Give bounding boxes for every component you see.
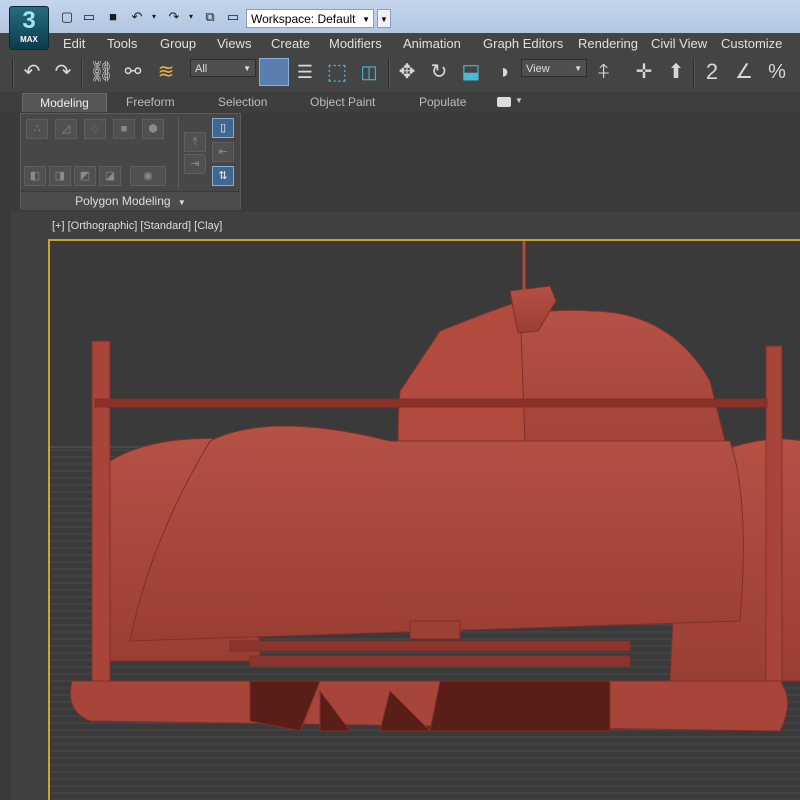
loop-selection-icon[interactable]: ◩ (74, 166, 96, 186)
link-icon[interactable]: ⛓ (89, 60, 114, 84)
logo-text: MAX (20, 35, 38, 44)
orthographic-viewport[interactable] (48, 239, 800, 800)
chevron-down-icon: ▼ (362, 15, 370, 24)
reference-coordinate-value: View (526, 63, 550, 75)
reference-coordinate-dropdown[interactable]: View ▼ (521, 59, 587, 77)
preserve-uvs-icon[interactable]: ⇥ (184, 154, 206, 174)
panel-divider (178, 117, 179, 189)
tab-populate[interactable]: Populate (419, 95, 466, 109)
shrink-selection-icon[interactable]: ◨ (49, 166, 71, 186)
menu-views[interactable]: Views (217, 36, 251, 51)
tab-selection[interactable]: Selection (218, 95, 267, 109)
redo-icon[interactable]: ↷ (51, 60, 75, 84)
menu-tools[interactable]: Tools (107, 36, 137, 51)
ribbon-options-icon[interactable] (497, 97, 511, 107)
scale-icon[interactable]: ⬓ (459, 60, 483, 84)
rear-slat (249, 655, 631, 667)
menu-create[interactable]: Create (271, 36, 310, 51)
move-icon[interactable]: ✥ (395, 60, 419, 84)
select-manipulate-icon[interactable]: ✛ (632, 60, 656, 84)
border-mode-icon[interactable]: ◌ (84, 119, 106, 139)
ignore-backfacing-icon[interactable]: ⤒ (184, 132, 206, 152)
undo-icon[interactable]: ↶ (20, 60, 44, 84)
soft-selection-icon[interactable]: ◉ (130, 166, 166, 186)
chevron-down-icon: ▼ (243, 64, 251, 73)
tab-freeform[interactable]: Freeform (126, 95, 175, 109)
rotate-icon[interactable]: ↻ (427, 60, 451, 84)
project-folder-icon[interactable]: ⧉ (202, 9, 218, 25)
viewport-scene (50, 241, 800, 800)
snap-icon[interactable]: 2 (700, 60, 724, 84)
viewport-left-strip (0, 212, 10, 800)
unlink-icon[interactable]: ⚯ (121, 60, 145, 84)
menu-group[interactable]: Group (160, 36, 196, 51)
window-toggle-icon[interactable]: ▭ (225, 9, 241, 25)
menu-edit[interactable]: Edit (63, 36, 85, 51)
polygon-modeling-panel-label[interactable]: Polygon Modeling ▼ (21, 191, 240, 210)
rectangle-region-icon[interactable]: ⬚ (325, 60, 349, 84)
use-nurms-icon[interactable]: ⇤ (212, 142, 234, 162)
race-car-model (70, 241, 800, 732)
polygon-mode-icon[interactable]: ■ (113, 119, 135, 139)
percent-snap-icon[interactable]: % (765, 60, 789, 84)
vertex-mode-icon[interactable]: ∴ (26, 119, 48, 139)
app-logo-button[interactable]: 3 MAX (9, 6, 49, 50)
window-crossing-icon[interactable]: ◫ (357, 60, 381, 84)
viewport-label-menu[interactable]: [+] [Orthographic] [Standard] [Clay] (52, 220, 222, 232)
selection-filter-value: All (195, 63, 208, 75)
open-file-icon[interactable]: ▭ (81, 9, 97, 25)
logo-number: 3 (22, 7, 36, 34)
mirror-pivot-icon[interactable]: ⍏ (592, 60, 616, 84)
selection-filter-dropdown[interactable]: All ▼ (190, 59, 256, 77)
chevron-down-icon: ▼ (574, 64, 582, 73)
menu-rendering[interactable]: Rendering (578, 36, 638, 51)
ring-selection-icon[interactable]: ◪ (99, 166, 121, 186)
undo-dropdown-icon[interactable]: ▾ (146, 9, 162, 25)
rear-slat (229, 640, 631, 652)
tab-object-paint[interactable]: Object Paint (310, 95, 375, 109)
new-file-icon[interactable]: ▢ (59, 9, 75, 25)
menu-animation[interactable]: Animation (403, 36, 461, 51)
toolbar-separator (388, 58, 390, 88)
ribbon-tab-bar (0, 92, 800, 112)
wing-endplate-left (91, 340, 111, 702)
element-mode-icon[interactable]: ⬢ (142, 119, 164, 139)
workspace-dropdown[interactable]: Workspace: Default ▼ (246, 9, 374, 28)
redo-dropdown-icon[interactable]: ▾ (183, 9, 199, 25)
placement-icon[interactable]: ◑ (491, 60, 515, 84)
keyboard-shortcut-override-icon[interactable]: ⬆ (664, 60, 688, 84)
toolbar-grip (12, 58, 14, 88)
diffuser-inlet (429, 680, 611, 732)
menu-customize[interactable]: Customize (721, 36, 782, 51)
chevron-down-icon[interactable]: ▼ (515, 96, 523, 105)
menu-civil-view[interactable]: Civil View (651, 36, 707, 51)
menu-graph-editors[interactable]: Graph Editors (483, 36, 563, 51)
bind-space-warp-icon[interactable]: ≋ (154, 60, 178, 84)
wing-endplate-right (765, 345, 783, 707)
rear-wing (94, 398, 768, 408)
show-cage-icon[interactable]: ▯ (212, 118, 234, 138)
toolbar-separator (693, 58, 695, 88)
select-by-name-icon[interactable]: ☰ (293, 60, 317, 84)
edge-mode-icon[interactable]: ◿ (55, 119, 77, 139)
select-object-icon[interactable] (259, 58, 289, 86)
toolbar-separator (81, 58, 83, 88)
rear-light-bar (409, 620, 461, 640)
tab-modeling[interactable]: Modeling (22, 93, 107, 113)
workspace-label: Workspace: Default (251, 12, 356, 26)
collapse-stack-icon[interactable]: ⇅ (212, 166, 234, 186)
menu-modifiers[interactable]: Modifiers (329, 36, 382, 51)
angle-snap-icon[interactable]: ∠ (732, 60, 756, 84)
car-rear-body (129, 425, 744, 642)
panel-label-text: Polygon Modeling (75, 194, 171, 208)
customize-quick-access-icon[interactable]: ▼ (377, 9, 391, 28)
redo-quick-icon[interactable]: ↷ (166, 9, 182, 25)
grow-selection-icon[interactable]: ◧ (24, 166, 46, 186)
undo-quick-icon[interactable]: ↶ (129, 9, 145, 25)
chevron-down-icon: ▼ (177, 198, 186, 207)
save-file-icon[interactable]: ■ (105, 9, 121, 25)
